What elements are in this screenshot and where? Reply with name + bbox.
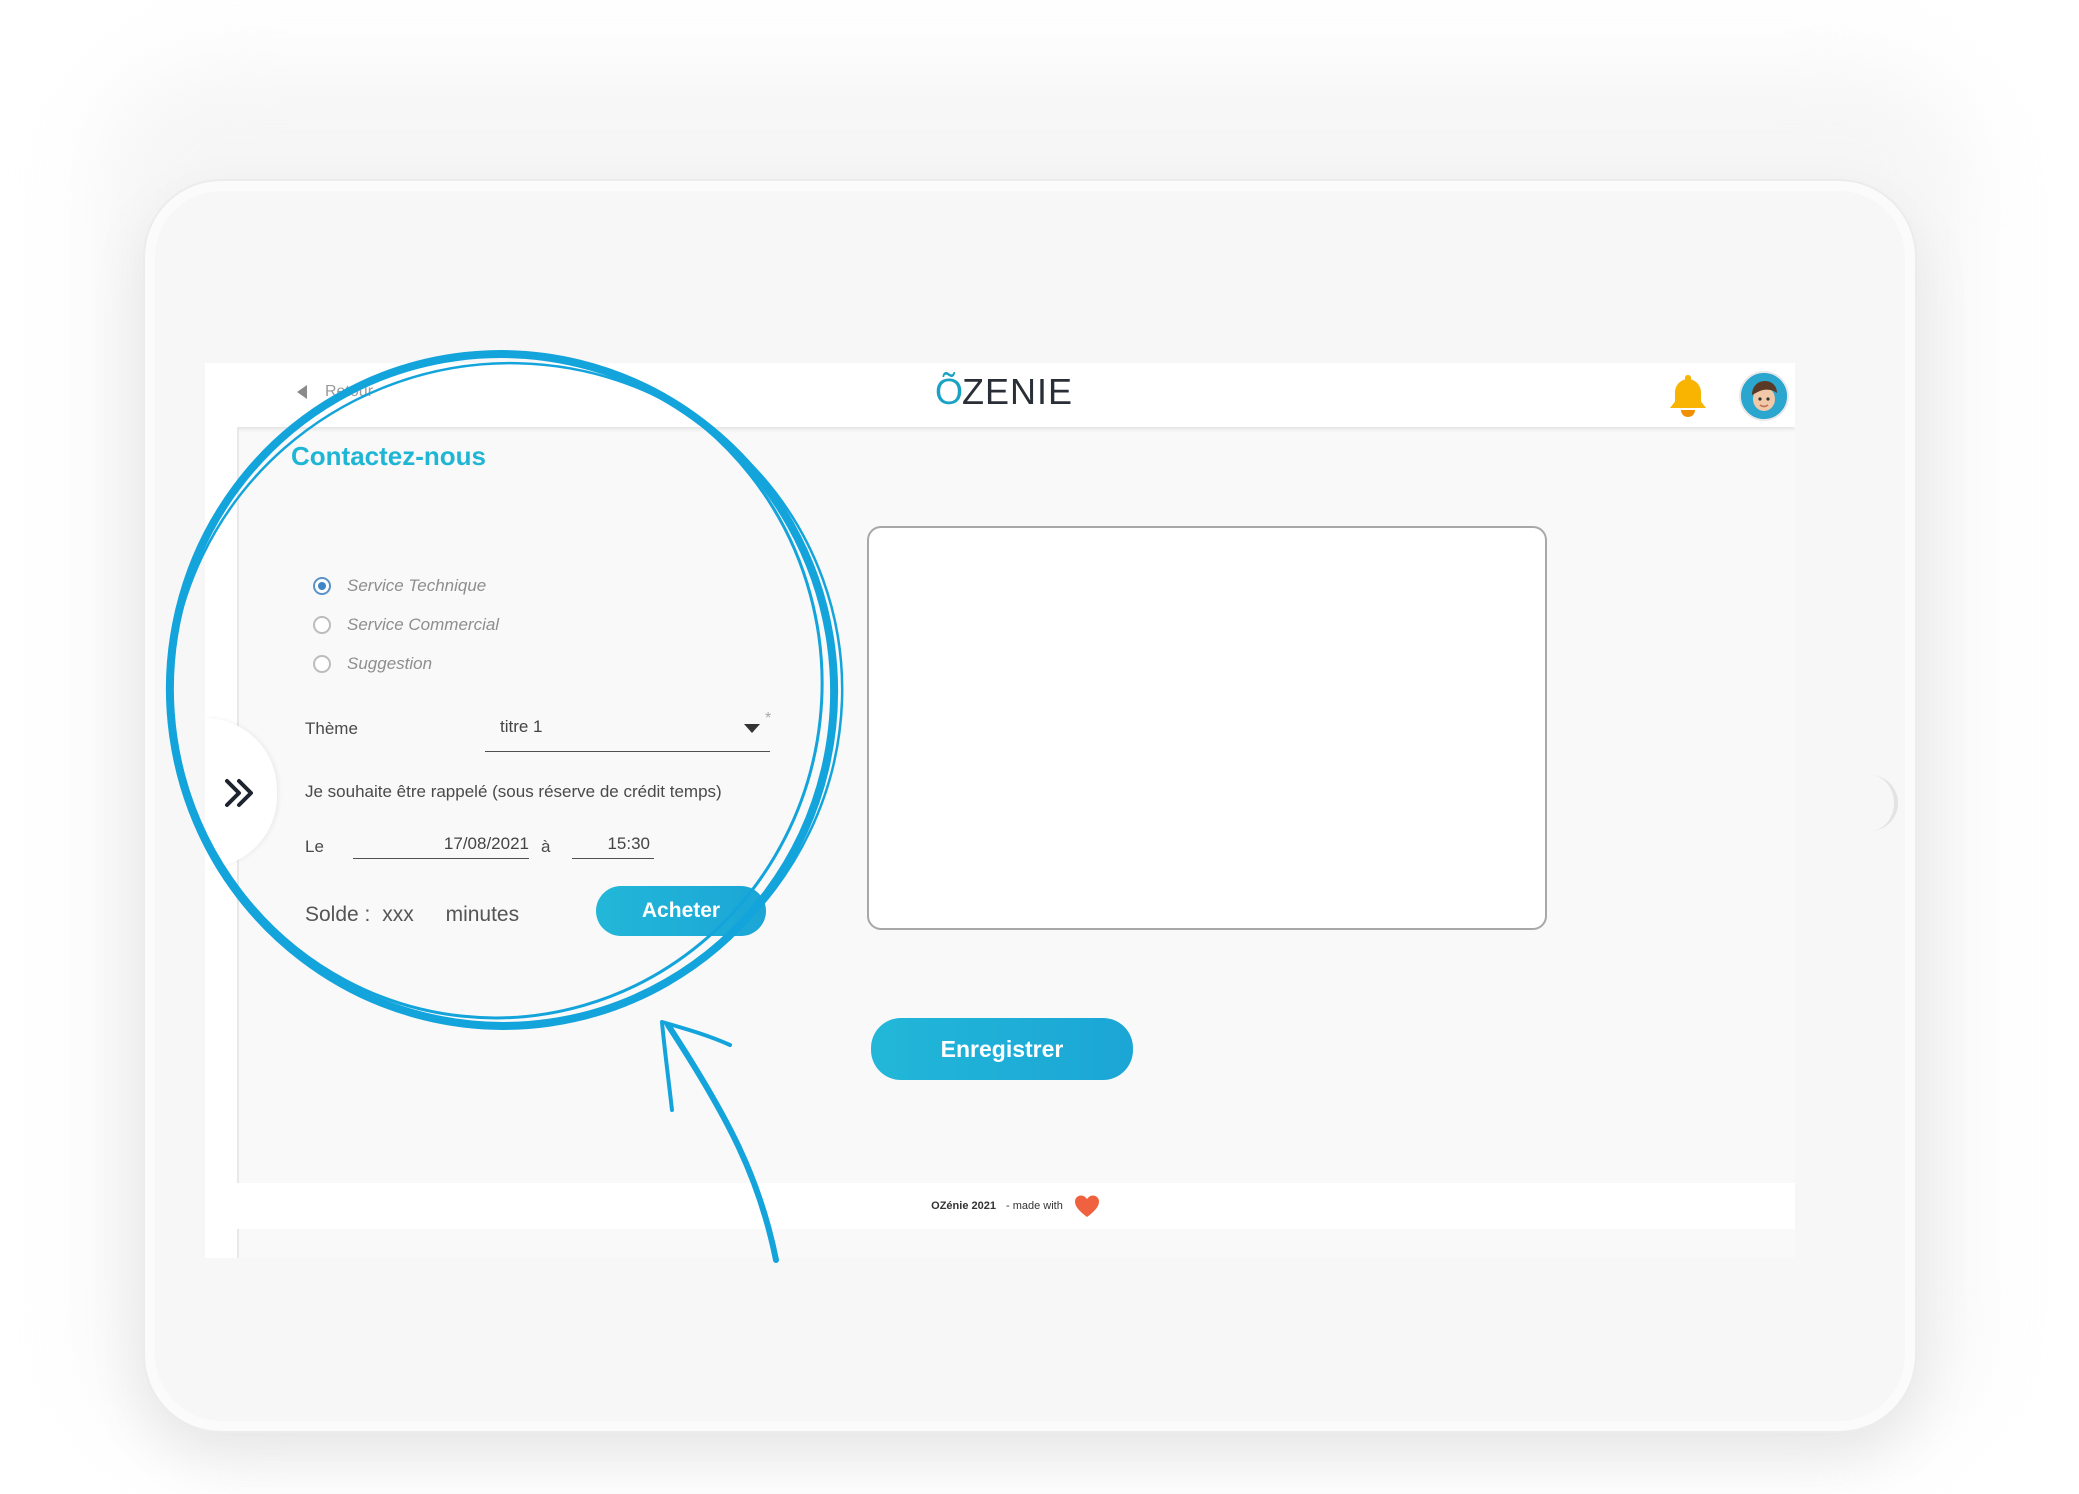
radio-label: Service Technique bbox=[347, 576, 487, 595]
double-chevron-right-icon bbox=[225, 779, 253, 807]
radio-label: Suggestion bbox=[347, 654, 433, 673]
buy-button[interactable]: Acheter bbox=[596, 886, 766, 936]
app-screen: Retour Õ ZENIE Contactez-nous Service Te… bbox=[205, 363, 1795, 1258]
balance-value: xxx bbox=[382, 903, 414, 926]
logo-accent: Õ bbox=[935, 371, 965, 412]
theme-select[interactable]: titre 1 bbox=[485, 713, 770, 752]
message-textarea[interactable] bbox=[867, 526, 1547, 930]
caret-down-icon bbox=[744, 724, 760, 733]
avatar-face-icon bbox=[1741, 373, 1787, 419]
time-input[interactable]: 15:30 bbox=[572, 829, 654, 859]
logo-text: ZENIE bbox=[962, 371, 1074, 412]
save-button[interactable]: Enregistrer bbox=[871, 1018, 1133, 1080]
back-link[interactable]: Retour bbox=[297, 383, 373, 401]
ozenie-logo[interactable]: Õ ZENIE bbox=[935, 371, 1073, 413]
balance-label: Solde : bbox=[305, 903, 371, 926]
theme-select-value: titre 1 bbox=[500, 717, 543, 736]
footer: OZénie 2021 - made with bbox=[237, 1183, 1795, 1229]
balance-display: Solde : xxx minutes bbox=[305, 903, 519, 927]
radio-label: Service Commercial bbox=[347, 615, 500, 634]
balance-unit: minutes bbox=[445, 903, 520, 926]
radio-suggestion[interactable]: Suggestion bbox=[313, 654, 432, 674]
radio-service-technique[interactable]: Service Technique bbox=[313, 576, 486, 596]
radio-button-selected[interactable] bbox=[313, 577, 331, 595]
time-connector: à bbox=[541, 837, 551, 856]
date-label: Le bbox=[305, 837, 324, 856]
user-avatar[interactable] bbox=[1739, 371, 1789, 421]
page-title: Contactez-nous bbox=[291, 441, 486, 471]
callback-label: Je souhaite être rappelé (sous réserve d… bbox=[305, 782, 722, 801]
radio-button[interactable] bbox=[313, 655, 331, 673]
radio-button[interactable] bbox=[313, 616, 331, 634]
back-arrow-icon bbox=[297, 385, 307, 399]
theme-label: Thème bbox=[305, 719, 358, 738]
required-asterisk: * bbox=[765, 710, 772, 727]
footer-brand: OZénie 2021 bbox=[931, 1200, 996, 1212]
top-navigation-bar: Retour Õ ZENIE bbox=[205, 363, 1795, 427]
radio-service-commercial[interactable]: Service Commercial bbox=[313, 615, 499, 635]
drawer-toggle[interactable] bbox=[205, 718, 277, 868]
heart-icon bbox=[1074, 1195, 1099, 1217]
footer-made-with: - made with bbox=[1005, 1200, 1063, 1212]
bell-icon[interactable] bbox=[1665, 371, 1711, 419]
back-label: Retour bbox=[325, 383, 374, 400]
date-input[interactable]: 17/08/2021 bbox=[353, 829, 529, 859]
